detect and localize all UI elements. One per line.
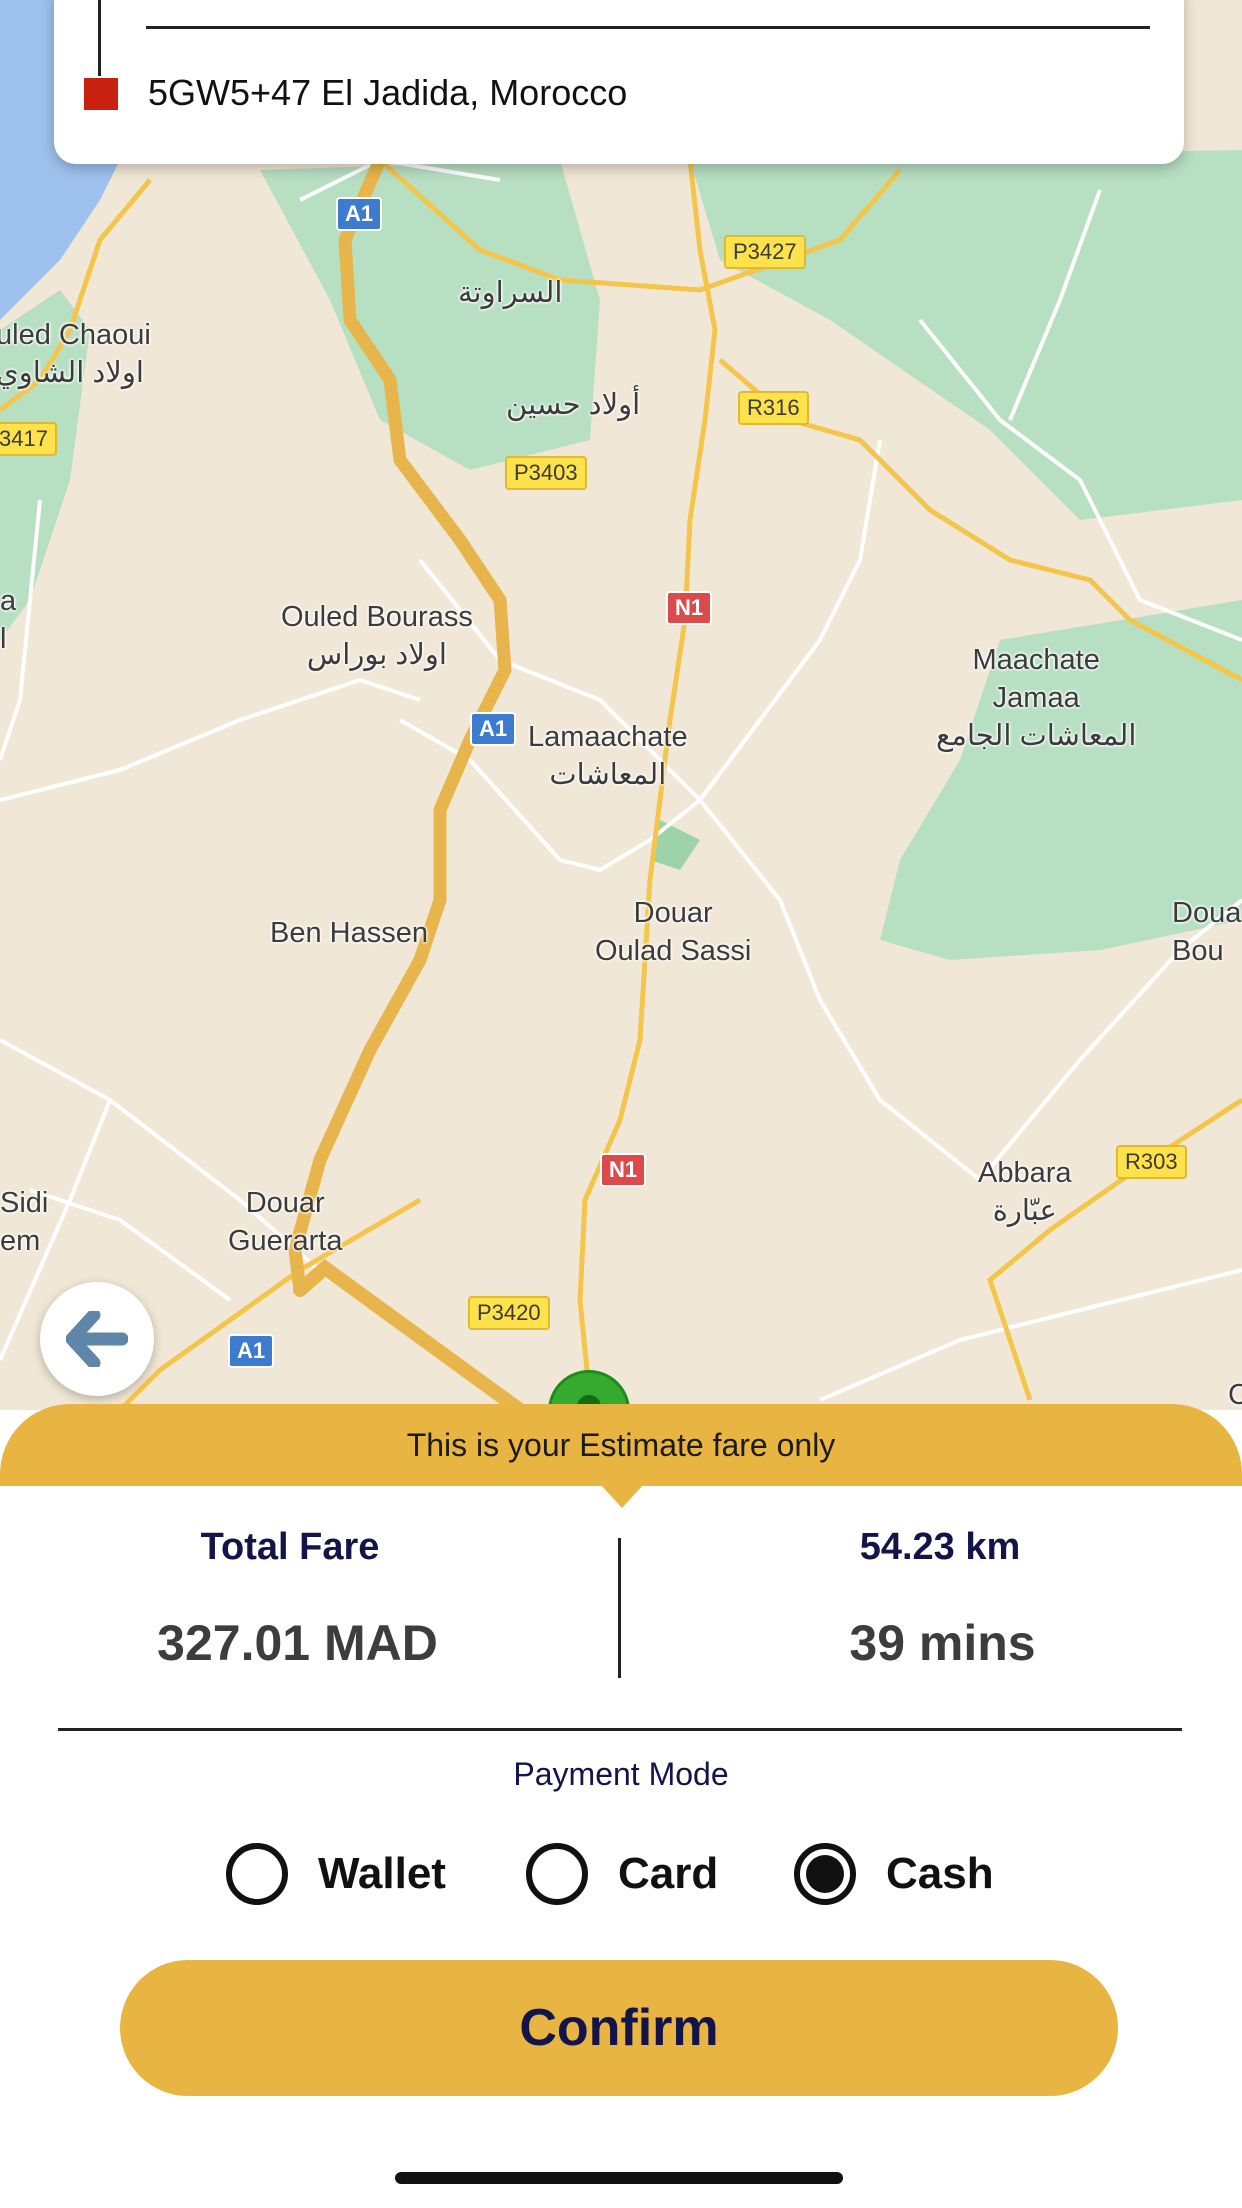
arrow-left-icon — [66, 1311, 128, 1367]
cash-radio-selected-dot — [806, 1855, 844, 1893]
road-shield-r303: R303 — [1116, 1145, 1187, 1179]
road-shield-p3403: P3403 — [505, 456, 587, 490]
total-fare-value: 327.01 MAD — [157, 1615, 438, 1671]
place-label-abbara: Abbara عبّارة — [978, 1157, 1072, 1227]
home-indicator — [395, 2172, 843, 2184]
road-shield-r316: R316 — [738, 391, 809, 425]
banner-pointer — [600, 1484, 644, 1508]
place-label-douar-oulad-sassi: Douar Oulad Sassi — [595, 897, 752, 967]
place-label-douar-guerarta: Douar Guerarta — [228, 1187, 343, 1257]
place-label-ben-hassen: Ben Hassen — [270, 917, 428, 949]
place-label-edge-a: a l — [0, 585, 17, 655]
road-shield-n1: N1 — [666, 591, 713, 625]
place-label-douar-right: Doua Bou — [1172, 897, 1242, 967]
estimate-banner-text: This is your Estimate fare only — [406, 1426, 836, 1463]
back-button[interactable] — [40, 1282, 154, 1396]
confirm-button[interactable]: Confirm — [120, 1960, 1118, 2096]
place-label-edge-c: C — [1228, 1379, 1242, 1410]
estimate-banner: This is your Estimate fare only — [0, 1404, 1242, 1486]
road-shield-p3417: 3417 — [0, 422, 57, 456]
road-shield-a1: A1 — [470, 712, 517, 746]
place-label-sidi: Sidi em — [0, 1187, 49, 1257]
road-shield-a1: A1 — [336, 197, 383, 231]
wallet-label: Wallet — [318, 1849, 446, 1898]
payment-option-wallet[interactable]: Wallet — [226, 1838, 446, 1910]
fare-divider — [618, 1538, 621, 1678]
cash-radio[interactable] — [794, 1843, 856, 1905]
duration-value: 39 mins — [849, 1615, 1036, 1671]
payment-option-cash[interactable]: Cash — [794, 1838, 994, 1910]
place-label-ouled-bourass: Ouled Bourass اولاد بوراس — [281, 601, 473, 671]
place-label-ouled-chaoui: uled Chaoui اولاد الشاوي — [0, 319, 151, 389]
route-connector-line — [98, 0, 101, 76]
place-label-maachate-jamaa: Maachate Jamaa المعاشات الجامع — [936, 644, 1137, 752]
place-label-lamaachate: Lamaachate المعاشات — [528, 721, 688, 791]
cash-label: Cash — [886, 1849, 994, 1898]
road-shield-p3420: P3420 — [468, 1296, 550, 1330]
wallet-radio[interactable] — [226, 1843, 288, 1905]
card-radio[interactable] — [526, 1843, 588, 1905]
map-view[interactable]: السراوتة uled Chaoui اولاد الشاوي أولاد … — [0, 0, 1242, 1410]
place-label-ouled-hssine: أولاد حسين — [506, 389, 641, 421]
place-label-sraouta: السراوتة — [458, 277, 563, 309]
destination-address[interactable]: 5GW5+47 El Jadida, Morocco — [148, 72, 627, 114]
road-shield-a1: A1 — [228, 1334, 275, 1368]
road-shield-p3427: P3427 — [724, 235, 806, 269]
destination-square-icon — [84, 78, 118, 110]
distance-label: 54.23 km — [859, 1526, 1021, 1568]
payment-mode-title: Payment Mode — [513, 1756, 729, 1792]
payment-option-card[interactable]: Card — [526, 1838, 718, 1910]
section-divider — [58, 1728, 1182, 1731]
address-divider — [146, 26, 1150, 29]
road-shield-n1: N1 — [600, 1153, 647, 1187]
card-label: Card — [618, 1849, 719, 1898]
total-fare-label: Total Fare — [200, 1526, 380, 1568]
address-card[interactable]: 5GW5+47 El Jadida, Morocco — [54, 0, 1184, 164]
